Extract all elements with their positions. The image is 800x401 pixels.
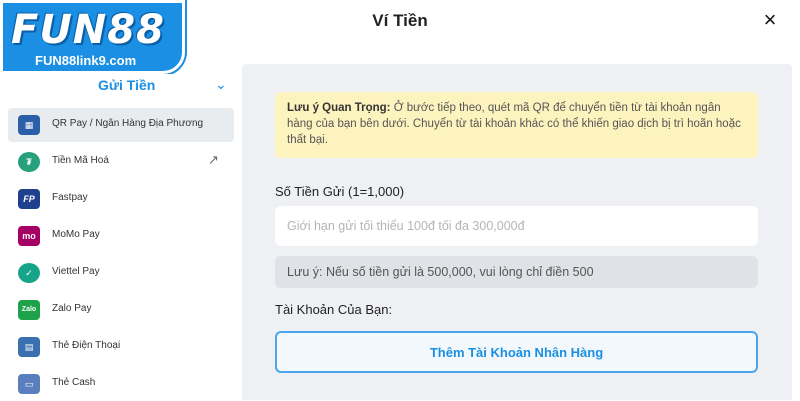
sidebar-item-label: Zalo Pay bbox=[52, 303, 92, 314]
sidebar: Gửi Tiền ⌄ ▦ QR Pay / Ngân Hàng Địa Phươ… bbox=[0, 74, 240, 400]
amount-input[interactable] bbox=[275, 206, 758, 246]
account-label: Tài Khoản Của Bạn: bbox=[275, 302, 393, 317]
important-notice: Lưu ý Quan Trọng: Ở bước tiếp theo, quét… bbox=[275, 92, 758, 158]
tether-icon: ₮ bbox=[18, 152, 40, 172]
sidebar-section-label: Gửi Tiền bbox=[98, 77, 156, 93]
sidebar-item-cash-card[interactable]: ▭ Thẻ Cash bbox=[8, 367, 234, 401]
logo-url: FUN88link9.com bbox=[35, 53, 137, 68]
amount-hint: Lưu ý: Nếu số tiền gửi là 500,000, vui l… bbox=[275, 256, 758, 288]
phone-card-icon: ▤ bbox=[18, 337, 40, 357]
page-title: Ví Tiền bbox=[372, 11, 428, 30]
sidebar-item-label: Thẻ Cash bbox=[52, 377, 96, 388]
sidebar-item-label: Viettel Pay bbox=[52, 266, 100, 277]
sidebar-item-phone-card[interactable]: ▤ Thẻ Điện Thoại bbox=[8, 330, 234, 364]
sidebar-item-label: Tiền Mã Hoá bbox=[52, 155, 109, 166]
external-link-icon[interactable]: ↗ bbox=[208, 153, 222, 167]
fastpay-icon: FP bbox=[18, 189, 40, 209]
momo-icon: mo bbox=[18, 226, 40, 246]
sidebar-section-deposit[interactable]: Gửi Tiền ⌄ bbox=[0, 74, 240, 102]
sidebar-item-fastpay[interactable]: FP Fastpay bbox=[8, 182, 234, 216]
logo-wordmark: FUN88 bbox=[11, 7, 165, 53]
qr-code-icon: ▦ bbox=[18, 115, 40, 135]
sidebar-item-label: MoMo Pay bbox=[52, 229, 100, 240]
close-icon[interactable]: × bbox=[760, 9, 780, 31]
sidebar-item-label: Thẻ Điện Thoại bbox=[52, 340, 121, 351]
cash-card-icon: ▭ bbox=[18, 374, 40, 394]
chevron-down-icon[interactable]: ⌄ bbox=[215, 76, 227, 93]
brand-logo[interactable]: FUN88 FUN88link9.com bbox=[0, 0, 185, 74]
add-bank-account-button[interactable]: Thêm Tài Khoản Nhân Hàng bbox=[275, 331, 758, 373]
sidebar-item-qr-pay[interactable]: ▦ QR Pay / Ngân Hàng Địa Phương bbox=[8, 108, 234, 142]
deposit-panel: Lưu ý Quan Trọng: Ở bước tiếp theo, quét… bbox=[242, 64, 792, 400]
sidebar-item-crypto[interactable]: ₮ Tiền Mã Hoá ↗ bbox=[8, 145, 234, 179]
sidebar-item-label: QR Pay / Ngân Hàng Địa Phương bbox=[52, 118, 204, 129]
viettel-pay-icon: ✓ bbox=[18, 263, 40, 283]
sidebar-item-viettel-pay[interactable]: ✓ Viettel Pay bbox=[8, 256, 234, 290]
notice-title: Lưu ý Quan Trọng: bbox=[287, 102, 391, 114]
sidebar-item-momo[interactable]: mo MoMo Pay bbox=[8, 219, 234, 253]
amount-label: Số Tiền Gửi (1=1,000) bbox=[275, 184, 405, 199]
sidebar-item-label: Fastpay bbox=[52, 192, 88, 203]
zalo-pay-icon: Zalo bbox=[18, 300, 40, 320]
sidebar-item-zalo-pay[interactable]: Zalo Zalo Pay bbox=[8, 293, 234, 327]
